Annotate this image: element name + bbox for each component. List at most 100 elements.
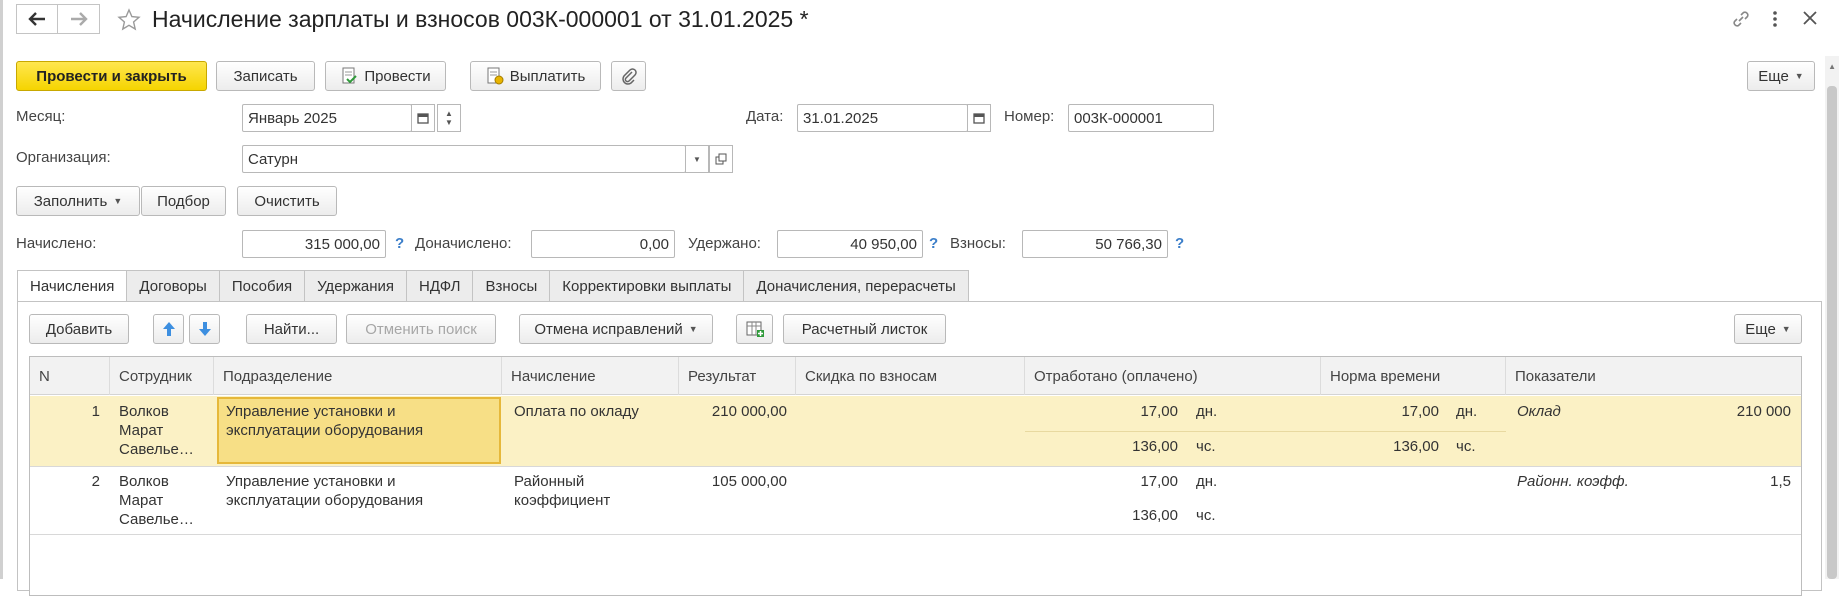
find-button[interactable]: Найти...	[246, 314, 337, 344]
payslip-label: Расчетный листок	[801, 320, 928, 338]
norm-days[interactable]: 17,00	[1321, 402, 1439, 421]
pick-label: Подбор	[157, 192, 210, 210]
date-input[interactable]: 31.01.2025	[797, 104, 968, 132]
column-header-employee[interactable]: Сотрудник	[110, 357, 214, 395]
save-button[interactable]: Записать	[216, 61, 315, 91]
organization-open-button[interactable]	[709, 145, 733, 173]
post-button[interactable]: Провести	[325, 61, 446, 91]
norm-hours[interactable]: 136,00	[1321, 437, 1439, 456]
month-label: Месяц:	[16, 108, 66, 125]
result-value[interactable]: 210 000,00	[679, 402, 787, 421]
post-and-close-button[interactable]: Провести и закрыть	[16, 61, 207, 91]
result-value[interactable]: 105 000,00	[679, 472, 787, 491]
scroll-up-icon[interactable]: ▲	[1828, 62, 1836, 71]
number-input[interactable]: 003К-000001	[1068, 104, 1214, 132]
employee-name[interactable]: Волков Марат Савелье…	[119, 472, 194, 529]
row-number: 1	[91, 403, 100, 420]
table-row[interactable]: 2 Волков Марат Савелье… Управление устан…	[30, 467, 1801, 537]
move-down-button[interactable]	[189, 314, 220, 344]
pick-button[interactable]: Подбор	[141, 186, 226, 216]
accrued-help-icon[interactable]: ?	[395, 235, 404, 252]
accrual-type[interactable]: Оплата по окладу	[514, 402, 639, 421]
accrual-type[interactable]: Районный коэффициент	[514, 472, 610, 510]
employee-line: Савелье…	[119, 441, 194, 458]
column-header-norm[interactable]: Норма времени	[1321, 357, 1506, 395]
indicator-value[interactable]: 1,5	[1630, 472, 1791, 491]
department-name[interactable]: Управление установки и эксплуатации обор…	[226, 402, 423, 440]
worked-hours[interactable]: 136,00	[1025, 506, 1178, 525]
cancel-search-button[interactable]: Отменить поиск	[346, 314, 496, 344]
scrollbar-thumb[interactable]	[1827, 86, 1837, 579]
column-header-indicators[interactable]: Показатели	[1506, 357, 1803, 395]
favorite-star-icon[interactable]	[117, 8, 141, 32]
department-line: Управление установки и	[226, 473, 396, 490]
department-line: эксплуатации оборудования	[226, 422, 424, 439]
cancel-corrections-button[interactable]: Отмена исправлений ▼	[519, 314, 713, 344]
tab-ndfl[interactable]: НДФЛ	[407, 270, 474, 302]
tab-contracts[interactable]: Договоры	[127, 270, 220, 302]
column-header-department[interactable]: Подразделение	[214, 357, 502, 395]
close-icon[interactable]	[1800, 8, 1820, 28]
more-button[interactable]: Еще ▼	[1747, 61, 1815, 91]
more-label: Еще	[1758, 67, 1789, 85]
tab-accruals[interactable]: Начисления	[17, 270, 128, 302]
date-calendar-button[interactable]	[967, 104, 991, 132]
attach-button[interactable]	[611, 61, 646, 91]
employee-line: Волков	[119, 473, 169, 490]
pay-button[interactable]: Выплатить	[470, 61, 601, 91]
column-header-discount[interactable]: Скидка по взносам	[796, 357, 1025, 395]
worked-days[interactable]: 17,00	[1025, 402, 1178, 421]
worked-days-unit: дн.	[1196, 473, 1218, 490]
tab-deductions[interactable]: Удержания	[305, 270, 408, 302]
tab-benefits[interactable]: Пособия	[219, 270, 306, 302]
row-number: 2	[91, 473, 100, 490]
back-button[interactable]	[16, 4, 58, 34]
stepper-up-icon[interactable]: ▲	[445, 109, 453, 118]
column-header-n[interactable]: N	[30, 357, 110, 395]
department-name[interactable]: Управление установки и эксплуатации обор…	[226, 472, 423, 510]
employee-name[interactable]: Волков Марат Савелье…	[119, 402, 194, 459]
clear-label: Очистить	[254, 192, 320, 210]
clear-button[interactable]: Очистить	[237, 186, 337, 216]
fill-button[interactable]: Заполнить ▼	[16, 186, 140, 216]
forward-button[interactable]	[58, 4, 100, 34]
department-line: эксплуатации оборудования	[226, 492, 424, 509]
worked-days[interactable]: 17,00	[1025, 472, 1178, 491]
organization-input[interactable]: Сатурн	[242, 145, 686, 173]
worked-hours[interactable]: 136,00	[1025, 437, 1178, 456]
caret-down-icon: ▼	[113, 196, 123, 206]
table-row[interactable]: 1 Волков Марат Савелье… Управление устан…	[30, 396, 1801, 466]
month-input[interactable]: Январь 2025	[242, 104, 412, 132]
accrual-line: Районный	[514, 473, 585, 490]
payslip-button[interactable]: Расчетный листок	[783, 314, 946, 344]
add-row-button[interactable]: Добавить	[29, 314, 129, 344]
indicator-value[interactable]: 210 000	[1630, 402, 1791, 421]
post-document-icon	[342, 67, 358, 84]
open-window-icon	[715, 153, 727, 165]
table-more-button[interactable]: Еще ▼	[1734, 314, 1802, 344]
cancel-corrections-label: Отмена исправлений	[534, 320, 683, 338]
contributions-help-icon[interactable]: ?	[1175, 235, 1184, 252]
column-header-accrual[interactable]: Начисление	[502, 357, 679, 395]
organization-dropdown-button[interactable]: ▼	[685, 145, 709, 173]
pay-label: Выплатить	[509, 67, 586, 85]
post-and-close-label: Провести и закрыть	[36, 67, 187, 85]
column-header-worked[interactable]: Отработано (оплачено)	[1025, 357, 1321, 395]
more-vertical-icon[interactable]	[1770, 9, 1780, 29]
month-calendar-button[interactable]	[411, 104, 435, 132]
withheld-help-icon[interactable]: ?	[929, 235, 938, 252]
table-settings-button[interactable]	[736, 314, 773, 344]
link-icon[interactable]	[1731, 9, 1751, 29]
extra-accrued-value: 0,00	[531, 230, 675, 258]
indicator-name[interactable]: Районн. коэфф.	[1517, 472, 1629, 491]
caret-down-icon: ▼	[688, 324, 698, 334]
tab-recalculations[interactable]: Доначисления, перерасчеты	[744, 270, 969, 302]
tab-contributions[interactable]: Взносы	[473, 270, 551, 302]
column-header-result[interactable]: Результат	[679, 357, 796, 395]
move-up-button[interactable]	[153, 314, 184, 344]
tab-payment-corrections[interactable]: Корректировки выплаты	[550, 270, 745, 302]
stepper-down-icon[interactable]: ▼	[445, 118, 453, 127]
month-stepper[interactable]: ▲ ▼	[437, 104, 461, 132]
calendar-icon	[417, 113, 429, 124]
indicator-name[interactable]: Оклад	[1517, 402, 1561, 421]
